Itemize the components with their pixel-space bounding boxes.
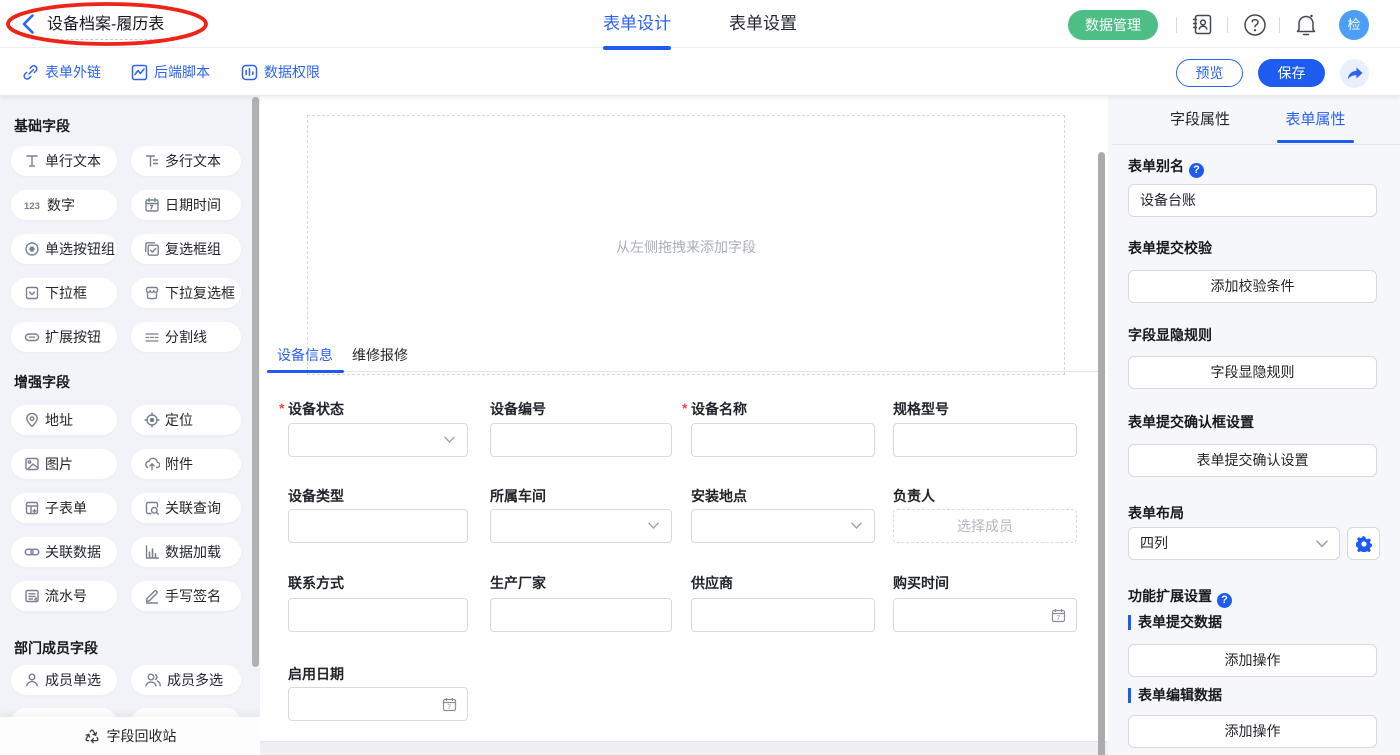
svg-text:7: 7 [1057, 615, 1061, 622]
svg-text:7: 7 [448, 704, 452, 711]
svg-text:123: 123 [24, 201, 40, 212]
